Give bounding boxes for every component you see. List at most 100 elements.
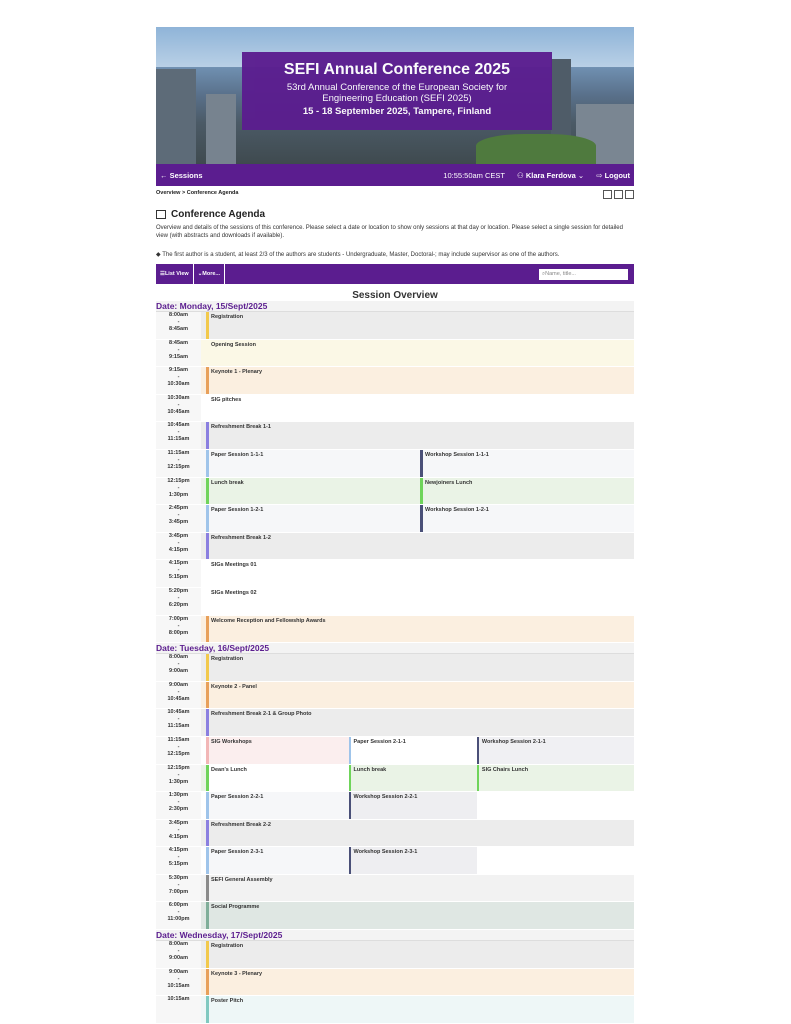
session-color-bar — [348, 764, 352, 792]
session-cell[interactable]: Registration — [206, 941, 634, 968]
print-icon[interactable] — [614, 190, 623, 199]
day-header[interactable]: Date: Wednesday, 17/Sept/2025 — [156, 930, 634, 942]
session-cell[interactable]: Paper Session 2-1-1 — [348, 736, 477, 764]
server-time: 10:55:50am CEST — [443, 170, 505, 180]
agenda-row: 4:15pm -5:15pm SIGs Meetings 01 — [156, 560, 634, 588]
session-cell[interactable]: Workshop Session 1-1-1 — [420, 449, 634, 477]
session-cell[interactable]: Workshop Session 2-3-1 — [348, 847, 477, 874]
time-slot: 3:45pm -4:15pm — [156, 819, 201, 847]
session-title: SIGs Meetings 02 — [211, 589, 257, 596]
session-cell[interactable]: Poster Pitch — [206, 996, 634, 1023]
agenda-row: 9:00am -10:15am Keynote 3 - Plenary — [156, 968, 634, 997]
session-cell[interactable]: SIGs Meetings 02 — [206, 588, 634, 615]
time-separator: - — [177, 484, 180, 491]
session-cell[interactable]: Refreshment Break 1-2 — [206, 532, 634, 560]
chevron-down-icon: ⌄ — [575, 170, 585, 180]
session-cell[interactable]: Keynote 2 - Panel — [206, 681, 634, 709]
time-end: 12:15pm — [167, 750, 190, 757]
logout-button[interactable]: ⇨ Logout — [596, 171, 630, 180]
session-color-bar — [206, 312, 209, 339]
user-icon: ⚇ — [517, 170, 526, 180]
session-cell[interactable]: Lunch break — [206, 477, 420, 505]
session-color-bar — [206, 968, 209, 996]
time-end: 1:30pm — [168, 491, 189, 498]
student-note-text: The first author is a student, at least … — [162, 252, 560, 258]
agenda-row: 7:00pm -8:00pm Welcome Reception and Fello… — [156, 615, 634, 644]
time-slot: 3:45pm -4:15pm — [156, 532, 201, 560]
time-start: 12:15pm — [167, 764, 190, 771]
list-view-button[interactable]: ☰ List View — [156, 264, 194, 284]
more-menu-button[interactable]: ⌄ More... — [194, 264, 226, 284]
session-title: Workshop Session 1-1-1 — [425, 451, 489, 458]
session-cell[interactable]: Refreshment Break 1-1 — [206, 422, 634, 449]
search-input[interactable]: ⌕ Name, title... — [539, 268, 628, 280]
session-cell[interactable]: Social Programme — [206, 902, 634, 930]
time-end: 6:20pm — [168, 601, 189, 608]
session-cell[interactable]: Paper Session 2-2-1 — [206, 792, 349, 819]
session-cell[interactable]: Registration — [206, 312, 634, 339]
export-icon[interactable] — [603, 190, 612, 199]
session-color-bar — [206, 764, 209, 792]
agenda-row: 10:30am -10:45am SIG pitches — [156, 394, 634, 423]
time-slot: 8:45am -9:15am — [156, 339, 201, 367]
session-title: Refreshment Break 2-2 — [211, 821, 271, 828]
time-slot: 5:20pm -6:20pm — [156, 587, 201, 615]
time-start: 9:00am — [169, 968, 188, 975]
back-to-sessions-link[interactable]: ← Sessions — [160, 171, 431, 180]
time-slot: 4:15pm -5:15pm — [156, 560, 201, 587]
time-start: 7:00pm — [168, 615, 189, 622]
breadcrumb[interactable]: Overview > Conference Agenda — [156, 190, 238, 201]
session-color-bar — [348, 847, 352, 874]
session-color-bar — [206, 874, 209, 902]
banner-building — [156, 69, 196, 164]
time-start: 4:15pm — [168, 847, 189, 854]
session-cell[interactable]: Refreshment Break 2-2 — [206, 819, 634, 847]
session-cell[interactable]: SIG Chairs Lunch — [476, 764, 634, 792]
session-title: Newjoiners Lunch — [425, 479, 473, 486]
download-icon[interactable] — [625, 190, 634, 199]
session-cell[interactable]: SEFI General Assembly — [206, 874, 634, 902]
session-title: SEFI General Assembly — [211, 876, 273, 883]
session-cell[interactable]: SIG Workshops — [206, 736, 349, 764]
session-cell[interactable]: Workshop Session 2-2-1 — [348, 792, 477, 819]
session-title: Paper Session 1-2-1 — [211, 507, 264, 514]
session-color-bar — [206, 736, 209, 764]
session-cell[interactable]: Paper Session 2-3-1 — [206, 847, 349, 874]
session-cell[interactable]: Dean's Lunch — [206, 764, 349, 792]
session-cell[interactable]: Opening Session — [206, 340, 634, 367]
session-cell[interactable]: Newjoiners Lunch — [420, 477, 634, 505]
time-slot: 11:15am -12:15pm — [156, 449, 201, 477]
session-cell[interactable]: Paper Session 1-1-1 — [206, 449, 420, 477]
time-end: 11:00pm — [167, 916, 190, 923]
time-end: 9:00am — [169, 955, 188, 962]
time-end: 10:45am — [167, 695, 190, 702]
agenda-table: Date: Monday, 15/Sept/2025 8:00am - 8:45am R… — [156, 301, 634, 1024]
session-cell[interactable]: Keynote 3 - Plenary — [206, 968, 634, 996]
time-separator: - — [177, 854, 180, 861]
agenda-row: 12:15pm -1:30pm Dean's Lunch Lunch break SIG… — [156, 764, 634, 793]
session-cell[interactable]: Registration — [206, 654, 634, 681]
session-cell[interactable]: Welcome Reception and Fellowship Awards — [206, 615, 634, 643]
time-end: 9:00am — [169, 668, 188, 675]
session-cell[interactable]: Workshop Session 1-2-1 — [420, 505, 634, 532]
session-title: SIG pitches — [211, 396, 242, 403]
session-cell[interactable]: Refreshment Break 2-1 & Group Photo — [206, 709, 634, 736]
session-cell[interactable]: SIG pitches — [206, 395, 634, 422]
session-title: Refreshment Break 1-1 — [211, 424, 271, 431]
session-cell[interactable]: SIGs Meetings 01 — [206, 560, 634, 587]
session-cell[interactable]: Paper Session 1-2-1 — [206, 505, 420, 532]
day-header[interactable]: Date: Monday, 15/Sept/2025 — [156, 301, 634, 312]
day-header[interactable]: Date: Tuesday, 16/Sept/2025 — [156, 643, 634, 655]
page-title: Conference Agenda — [156, 209, 634, 220]
conference-subtitle: 53rd Annual Conference of the European S… — [286, 82, 508, 104]
session-title: Dean's Lunch — [211, 766, 247, 773]
session-cell[interactable]: Lunch break — [348, 764, 477, 792]
user-menu[interactable]: ⚇ Klara Ferdova ⌄ — [517, 171, 584, 180]
time-start: 8:45am — [169, 339, 188, 346]
time-start: 8:00am — [169, 941, 188, 948]
user-name: Klara Ferdova — [525, 170, 576, 180]
session-cell[interactable]: Keynote 1 - Plenary — [206, 367, 634, 394]
session-cell[interactable]: Workshop Session 2-1-1 — [476, 736, 634, 764]
session-color-bar — [206, 941, 209, 968]
session-color-bar — [206, 422, 209, 449]
